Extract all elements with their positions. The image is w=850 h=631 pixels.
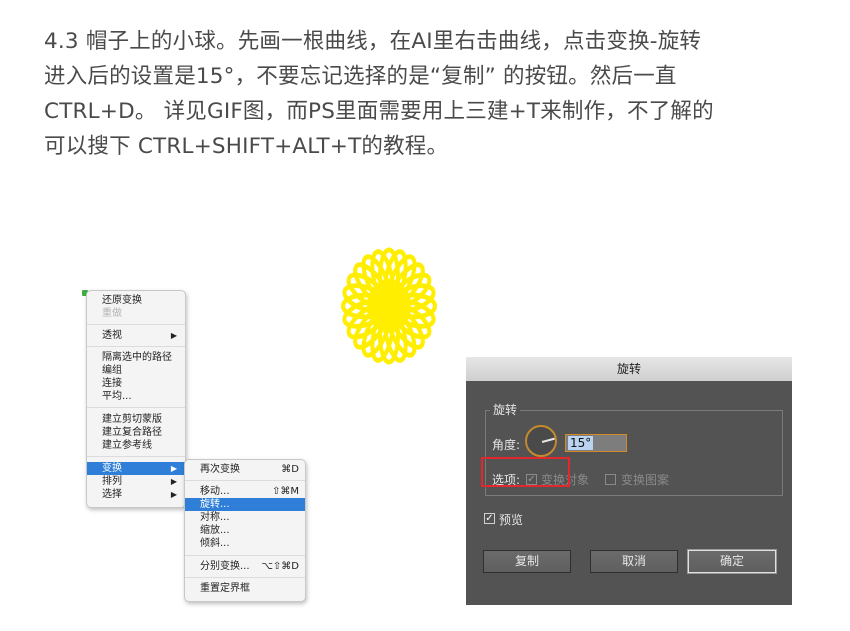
menu-item-isolate-path[interactable]: 隔离选中的路径 bbox=[87, 351, 185, 364]
article-line: 4.3 帽子上的小球。先画一根曲线，在AI里右击曲线，点击变换-旋转 bbox=[44, 29, 702, 54]
preview-label: 预览 bbox=[499, 513, 524, 527]
dial-needle-icon bbox=[541, 437, 555, 443]
angle-label: 角度: bbox=[492, 438, 521, 452]
submenu-item-shear[interactable]: 倾斜... bbox=[185, 537, 305, 550]
menu-separator bbox=[185, 555, 305, 556]
submenu-arrow-icon: ▶ bbox=[170, 490, 177, 499]
menu-separator bbox=[87, 456, 185, 457]
ok-button[interactable]: 确定 bbox=[688, 550, 776, 573]
transform-pattern-label: 变换图案 bbox=[621, 473, 670, 487]
article-paragraph: 4.3 帽子上的小球。先画一根曲线，在AI里右击曲线，点击变换-旋转 进入后的设… bbox=[44, 24, 824, 164]
menu-separator bbox=[87, 407, 185, 408]
dialog-title: 旋转 bbox=[466, 357, 792, 381]
article-line: 可以搜下 CTRL+SHIFT+ALT+T的教程。 bbox=[44, 134, 449, 159]
menu-item-join[interactable]: 连接 bbox=[87, 377, 185, 390]
transform-submenu: 再次变换 ⌘D 移动... ⇧⌘M 旋转... 对称... 缩放... 倾斜... … bbox=[184, 459, 306, 602]
angle-value: 15° bbox=[568, 436, 594, 450]
group-label: 旋转 bbox=[490, 401, 521, 418]
rotate-dialog: 旋转 旋转 角度: 15° 选项: ✓ 变换对象 变换图案 ✓ 预览 复制 取消… bbox=[466, 357, 792, 605]
menu-separator bbox=[87, 324, 185, 325]
submenu-arrow-icon: ▶ bbox=[170, 464, 177, 473]
submenu-arrow-icon: ▶ bbox=[170, 477, 177, 486]
menu-item-label: 选择 bbox=[102, 489, 122, 500]
article-line: CTRL+D。 详见GIF图，而PS里面需要用上三建+T来制作，不了解的 bbox=[44, 99, 714, 124]
menu-item-redo: 重做 bbox=[102, 308, 122, 319]
menu-item-label: 变换 bbox=[102, 463, 122, 474]
submenu-item-transform-each[interactable]: 分别变换... ⌥⇧⌘D bbox=[185, 560, 305, 573]
context-menu: 还原变换 重做 透视 ▶ 隔离选中的路径 编组 连接 平均... 建立剪切蒙版 建… bbox=[86, 290, 186, 508]
menu-item-undo-transform[interactable]: 还原变换 bbox=[87, 294, 185, 307]
highlight-box bbox=[481, 457, 570, 487]
article-line: 进入后的设置是15°，不要忘记选择的是“复制” 的按钮。然后一直 bbox=[44, 64, 677, 89]
copy-button[interactable]: 复制 bbox=[483, 550, 571, 573]
submenu-item-rotate[interactable]: 旋转... bbox=[185, 498, 305, 511]
menu-separator bbox=[87, 346, 185, 347]
menu-item-label: 移动... bbox=[200, 486, 230, 497]
submenu-item-transform-again[interactable]: 再次变换 ⌘D bbox=[185, 463, 305, 476]
menu-item-arrange[interactable]: 排列 ▶ bbox=[87, 475, 185, 488]
menu-item-transform[interactable]: 变换 ▶ bbox=[87, 462, 185, 475]
angle-input[interactable]: 15° bbox=[565, 434, 627, 452]
menu-item-make-guides[interactable]: 建立参考线 bbox=[87, 439, 185, 452]
submenu-item-reflect[interactable]: 对称... bbox=[185, 511, 305, 524]
menu-item-select[interactable]: 选择 ▶ bbox=[87, 488, 185, 501]
cancel-button[interactable]: 取消 bbox=[590, 550, 678, 573]
preview-checkbox[interactable]: ✓ bbox=[484, 513, 495, 524]
submenu-item-reset-bounding-box[interactable]: 重置定界框 bbox=[185, 582, 305, 595]
shortcut-label: ⌘D bbox=[281, 464, 299, 475]
menu-separator bbox=[185, 577, 305, 578]
menu-item-clipping-mask[interactable]: 建立剪切蒙版 bbox=[87, 413, 185, 426]
submenu-item-move[interactable]: 移动... ⇧⌘M bbox=[185, 485, 305, 498]
shortcut-label: ⇧⌘M bbox=[271, 486, 299, 497]
rotated-curve-sun-illustration bbox=[341, 247, 437, 365]
menu-item-group[interactable]: 编组 bbox=[87, 364, 185, 377]
menu-item-label: 排列 bbox=[102, 476, 122, 487]
menu-item-label: 再次变换 bbox=[200, 464, 240, 475]
menu-item-label: 透视 bbox=[102, 330, 122, 341]
menu-item-label: 分别变换... bbox=[200, 561, 250, 572]
menu-item-perspective[interactable]: 透视 ▶ bbox=[87, 329, 185, 342]
menu-item-compound-path[interactable]: 建立复合路径 bbox=[87, 426, 185, 439]
menu-item-average[interactable]: 平均... bbox=[87, 390, 185, 403]
shortcut-label: ⌥⇧⌘D bbox=[261, 561, 299, 572]
submenu-arrow-icon: ▶ bbox=[170, 331, 177, 340]
menu-separator bbox=[185, 480, 305, 481]
angle-dial[interactable] bbox=[525, 425, 557, 457]
transform-pattern-checkbox[interactable] bbox=[605, 474, 616, 485]
submenu-item-scale[interactable]: 缩放... bbox=[185, 524, 305, 537]
